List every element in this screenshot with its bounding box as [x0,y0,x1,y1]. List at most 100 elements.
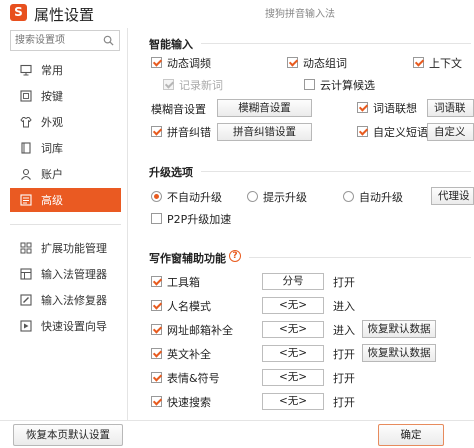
pinyin-correction-settings-button[interactable]: 拼音纠错设置 [217,123,312,141]
sidebar-tool-label: 输入法管理器 [41,268,107,281]
sidebar-tool-repair[interactable]: 输入法修复器 [10,288,121,312]
keyboard-icon [20,90,32,102]
wizard-icon [20,320,32,332]
url-email-completion-checkbox[interactable] [151,324,162,335]
section-title-writing-aid: 写作窗辅助功能 [149,252,226,265]
book-icon [21,142,31,154]
emoji-symbol-action-label: 打开 [333,372,355,385]
word-association-label: 词语联想 [373,102,417,115]
search-icon[interactable] [103,35,114,46]
sidebar-item-advanced[interactable]: 高级 [10,188,121,212]
custom-phrase-label: 自定义短语 [373,126,428,139]
window-subtitle: 搜狗拼音输入法 [265,9,335,20]
sidebar-item-account[interactable]: 账户 [10,162,121,186]
custom-phrase-checkbox[interactable] [357,126,368,137]
url-email-completion-label: 网址邮箱补全 [167,324,233,337]
advanced-settings-panel: 智能输入 动态调频 动态组词 上下文 记录新词 云计算候选 模糊音设置 模糊音设… [129,28,474,420]
custom-phrase-button[interactable]: 自定义 [427,123,474,141]
name-mode-action-label: 进入 [333,300,355,313]
english-completion-label: 英文补全 [167,348,211,361]
sidebar: 常用 按键 外观 词库 账户 高级 扩展功能管理 输入法管理器 [0,28,128,420]
toolbox-checkbox[interactable] [151,276,162,287]
sogou-logo: S [10,4,27,21]
shirt-icon [20,117,32,128]
auto-upgrade-label: 自动升级 [359,191,403,204]
cloud-candidate-checkbox[interactable] [304,79,315,90]
user-icon [21,168,31,180]
dynamic-group-checkbox[interactable] [287,57,298,68]
window-title: 属性设置 [34,6,95,24]
quick-search-action-label: 打开 [333,396,355,409]
no-auto-upgrade-radio[interactable] [151,191,162,202]
sidebar-item-common[interactable]: 常用 [10,58,121,82]
english-completion-action-label: 打开 [333,348,355,361]
sidebar-tool-extension[interactable]: 扩展功能管理 [10,236,121,260]
name-mode-label: 人名模式 [167,300,211,313]
word-association-button[interactable]: 词语联 [427,99,474,117]
toolbox-label: 工具箱 [167,276,200,289]
sidebar-item-label: 常用 [41,64,63,77]
p2p-upgrade-checkbox[interactable] [151,213,162,224]
cloud-candidate-label: 云计算候选 [320,79,375,92]
quick-search-checkbox[interactable] [151,396,162,407]
context-label: 上下文 [429,57,462,70]
monitor-icon [20,64,32,76]
sidebar-item-label: 账户 [41,168,63,181]
sidebar-item-keys[interactable]: 按键 [10,84,121,108]
sidebar-tool-label: 快速设置向导 [41,320,107,333]
emoji-symbol-hotkey-field[interactable]: <无> [262,369,324,386]
advanced-icon [20,194,32,206]
settings-search-input[interactable] [15,33,101,48]
quick-search-hotkey-field[interactable]: <无> [262,393,324,410]
context-checkbox[interactable] [413,57,424,68]
sidebar-tool-manager[interactable]: 输入法管理器 [10,262,121,286]
url-email-action-label: 进入 [333,324,355,337]
dynamic-group-label: 动态组词 [303,57,347,70]
sidebar-item-appearance[interactable]: 外观 [10,110,121,134]
name-mode-checkbox[interactable] [151,300,162,311]
bottom-bar: 恢复本页默认设置 确定 [0,420,474,448]
restore-page-defaults-button[interactable]: 恢复本页默认设置 [13,424,123,446]
fuzzy-label: 模糊音设置 [151,103,206,116]
ok-button[interactable]: 确定 [378,424,444,446]
sidebar-item-label: 按键 [41,90,63,103]
proxy-settings-button[interactable]: 代理设 [431,187,474,205]
sidebar-item-lexicon[interactable]: 词库 [10,136,121,160]
toolbox-action-label: 打开 [333,276,355,289]
extension-icon [20,242,32,254]
settings-search[interactable] [10,30,120,51]
emoji-symbol-checkbox[interactable] [151,372,162,383]
repair-icon [20,294,32,306]
name-mode-hotkey-field[interactable]: <无> [262,297,324,314]
dynamic-adjust-checkbox[interactable] [151,57,162,68]
sidebar-item-label: 外观 [41,116,63,129]
english-completion-checkbox[interactable] [151,348,162,359]
url-email-restore-button[interactable]: 恢复默认数据 [362,320,436,338]
toolbox-hotkey-field[interactable]: 分号 [262,273,324,290]
sidebar-tool-wizard[interactable]: 快速设置向导 [10,314,121,338]
section-divider [201,171,471,172]
pinyin-correction-checkbox[interactable] [151,126,162,137]
word-association-checkbox[interactable] [357,102,368,113]
manager-icon [20,268,32,280]
title-bar: S 属性设置 搜狗拼音输入法 [0,0,474,28]
emoji-symbol-label: 表情&符号 [167,372,220,385]
english-completion-restore-button[interactable]: 恢复默认数据 [362,344,436,362]
sidebar-tool-label: 输入法修复器 [41,294,107,307]
prompt-upgrade-radio[interactable] [247,191,258,202]
section-title-upgrade: 升级选项 [149,166,193,179]
url-email-hotkey-field[interactable]: <无> [262,321,324,338]
help-icon[interactable]: ? [229,250,241,262]
fuzzy-settings-button[interactable]: 模糊音设置 [217,99,312,117]
record-new-words-checkbox[interactable] [163,79,174,90]
sidebar-item-label: 高级 [41,194,63,207]
section-title-smart-input: 智能输入 [149,38,193,51]
sidebar-tool-label: 扩展功能管理 [41,242,107,255]
prompt-upgrade-label: 提示升级 [263,191,307,204]
no-auto-upgrade-label: 不自动升级 [167,191,222,204]
record-new-words-label: 记录新词 [179,79,223,92]
settings-window: S 属性设置 搜狗拼音输入法 常用 按键 外观 词库 [0,0,474,448]
dynamic-adjust-label: 动态调频 [167,57,211,70]
english-completion-hotkey-field[interactable]: <无> [262,345,324,362]
auto-upgrade-radio[interactable] [343,191,354,202]
